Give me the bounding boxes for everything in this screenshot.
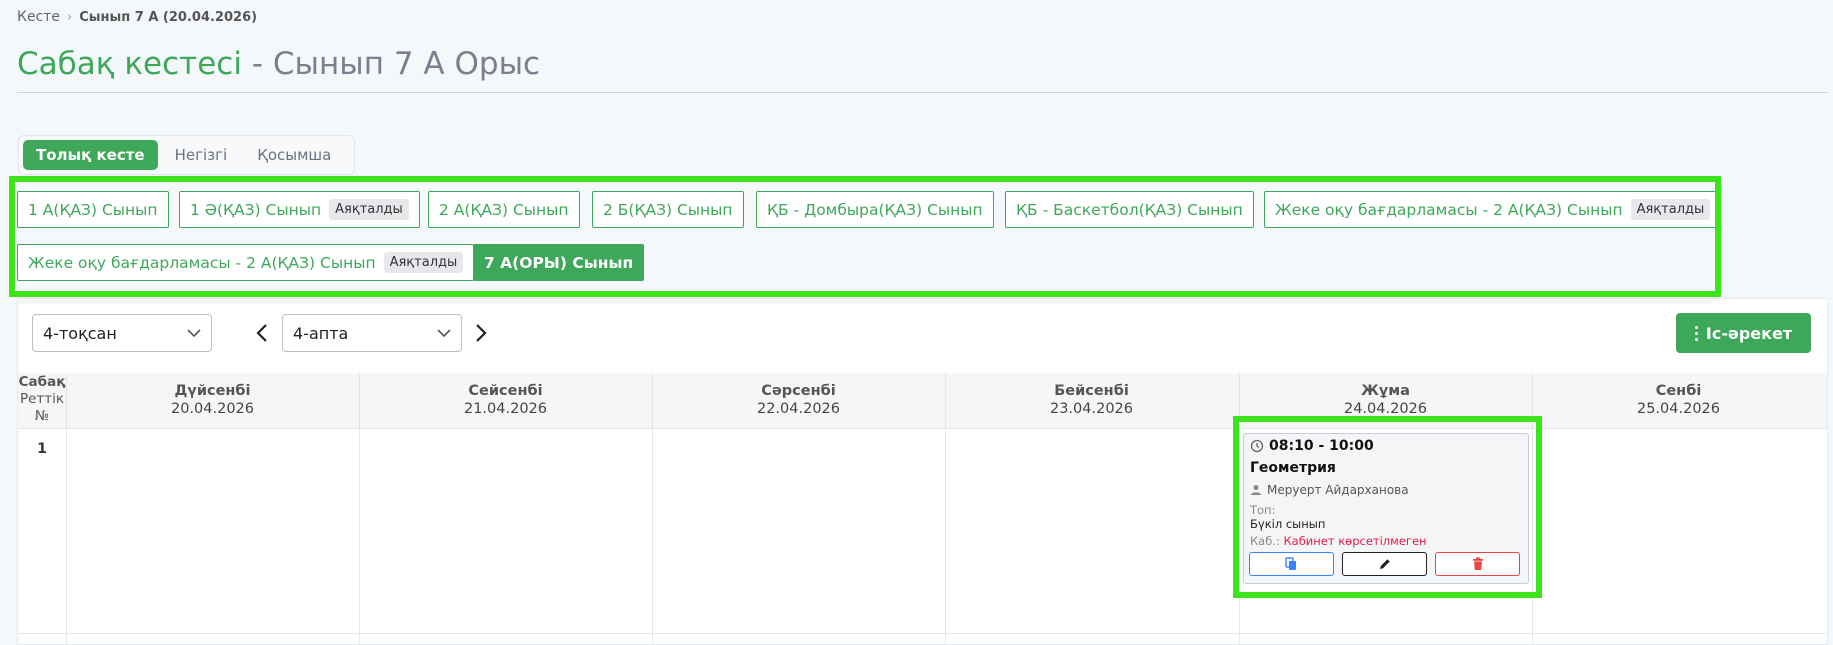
day-header-monday: Дүйсенбі 20.04.2026 [170, 383, 255, 417]
tab-main[interactable]: Негізгі [162, 140, 241, 170]
page-title: Сабақ кестесі - Сынып 7 А Орыс [17, 46, 540, 82]
actions-button-label: Іс-әрекет [1705, 323, 1793, 343]
day-header-saturday: Сенбі 25.04.2026 [1636, 383, 1721, 417]
more-vertical-icon [1694, 325, 1698, 341]
order-column-header: Сабақ Реттік № [18, 374, 66, 424]
chevron-down-icon [437, 329, 451, 338]
tab-full-schedule[interactable]: Толық кесте [23, 140, 158, 170]
day-header-friday: Жұма 24.04.2026 [1343, 383, 1428, 417]
quarter-select[interactable]: 4-тоқсан [32, 314, 212, 352]
tab-additional[interactable]: Қосымша [244, 140, 344, 170]
page-title-main: Сабақ кестесі [17, 46, 242, 82]
title-divider [17, 92, 1828, 93]
week-select[interactable]: 4-апта [282, 314, 462, 352]
chevron-down-icon [187, 329, 201, 338]
day-header-thursday: Бейсенбі 23.04.2026 [1049, 383, 1134, 417]
prev-week-icon[interactable] [255, 323, 269, 343]
lesson-number: 1 [37, 441, 47, 457]
week-select-value: 4-апта [293, 323, 349, 343]
breadcrumb-root[interactable]: Кесте [17, 9, 60, 25]
chevron-right-icon: › [67, 9, 73, 25]
next-week-icon[interactable] [474, 323, 488, 343]
day-header-wednesday: Сәрсенбі 22.04.2026 [756, 383, 841, 417]
grid-row-divider [18, 633, 1827, 634]
schedule-tabs: Толық кесте Негізгі Қосымша [18, 135, 355, 175]
page-title-suffix: - Сынып 7 А Орыс [251, 46, 541, 82]
breadcrumb: Кесте › Сынып 7 А (20.04.2026) [17, 9, 257, 25]
class-panel-highlight [9, 176, 1721, 297]
actions-button[interactable]: Іс-әрекет [1676, 313, 1811, 353]
breadcrumb-current: Сынып 7 А (20.04.2026) [79, 9, 258, 25]
day-header-tuesday: Сейсенбі 21.04.2026 [463, 383, 548, 417]
quarter-select-value: 4-тоқсан [43, 323, 117, 343]
lesson-highlight [1233, 416, 1542, 598]
